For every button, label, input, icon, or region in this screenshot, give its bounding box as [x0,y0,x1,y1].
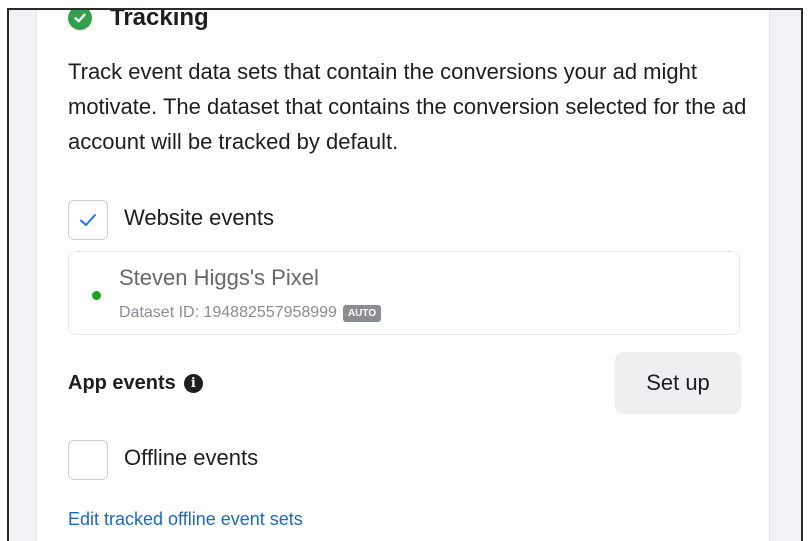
check-circle-icon [68,10,92,30]
section-description: Track event data sets that contain the c… [68,59,747,154]
offline-events-checkbox[interactable] [68,440,108,480]
app-events-heading: App events i [68,372,203,395]
status-dot-icon [92,291,101,300]
pixel-name: Steven Higgs's Pixel [119,265,319,290]
pixel-card: Steven Higgs's Pixel Dataset ID: 1948825… [68,251,740,335]
info-icon[interactable]: i [183,374,203,393]
app-events-label: App events [68,372,176,394]
edit-offline-event-sets-link[interactable]: Edit tracked offline event sets [68,509,303,530]
section-title: Tracking [110,8,209,31]
checkmark-icon [80,214,96,226]
panel-frame: Tracking Track event data sets that cont… [7,8,803,541]
set-up-button[interactable]: Set up [615,352,741,414]
website-events-checkbox[interactable] [68,200,108,240]
dataset-id: Dataset ID: 194882557958999 [119,304,337,321]
offline-events-label[interactable]: Offline events [124,445,258,471]
auto-badge: AUTO [342,304,382,322]
website-events-label[interactable]: Website events [124,205,274,231]
dataset-id-row: Dataset ID: 194882557958999 AUTO [119,304,382,322]
tracking-card: Tracking Track event data sets that cont… [36,8,770,541]
